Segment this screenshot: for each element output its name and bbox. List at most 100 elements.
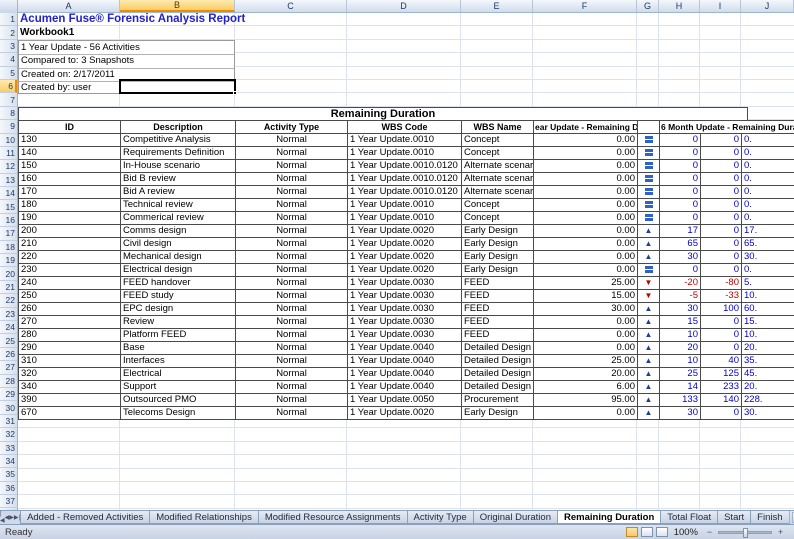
cell[interactable]: 5. <box>742 277 794 290</box>
sheet-tab-remaining-duration[interactable]: Remaining Duration <box>557 511 661 524</box>
cell[interactable]: ▲ <box>638 329 660 342</box>
row-header-16[interactable]: 16 <box>0 214 17 227</box>
cell[interactable]: -20 <box>660 277 701 290</box>
cell[interactable]: 1 Year Update.0020 <box>348 407 462 420</box>
cell[interactable]: Telecoms Design <box>121 407 236 420</box>
cell[interactable]: 670 <box>19 407 121 420</box>
zoom-out-button[interactable]: − <box>704 527 715 538</box>
cell[interactable]: FEED study <box>121 290 236 303</box>
cell[interactable]: ▲ <box>638 342 660 355</box>
cell[interactable]: 40 <box>701 355 742 368</box>
cell[interactable]: Commerical review <box>121 212 236 225</box>
cell[interactable]: 1 Year Update.0010 <box>348 199 462 212</box>
cell[interactable]: Normal <box>236 212 348 225</box>
row-header-27[interactable]: 27 <box>0 361 17 374</box>
cell[interactable]: Base <box>121 342 236 355</box>
cell[interactable]: Detailed Design <box>462 381 534 394</box>
cell[interactable]: 95.00 <box>534 394 638 407</box>
cell[interactable]: 290 <box>19 342 121 355</box>
zoom-slider[interactable] <box>718 531 772 534</box>
cell[interactable]: Early Design <box>462 251 534 264</box>
cell[interactable]: Electrical <box>121 368 236 381</box>
cell[interactable]: ▼ <box>638 290 660 303</box>
column-header-f[interactable]: F <box>533 0 637 12</box>
cell[interactable] <box>638 160 660 173</box>
sheet-tab-original-duration[interactable]: Original Duration <box>473 511 558 524</box>
selected-cell-b6[interactable] <box>119 79 236 94</box>
cell[interactable]: Alternate scenario <box>462 160 534 173</box>
cell[interactable]: Early Design <box>462 264 534 277</box>
cell[interactable]: Normal <box>236 225 348 238</box>
cell[interactable]: FEED handover <box>121 277 236 290</box>
cell[interactable]: 0 <box>701 251 742 264</box>
cell-a6[interactable]: Created by: user <box>21 81 91 94</box>
workbook-name[interactable]: Workbook1 <box>20 26 74 39</box>
cell[interactable]: Review <box>121 316 236 329</box>
cell[interactable]: 0. <box>742 173 794 186</box>
cell[interactable]: 0 <box>660 147 701 160</box>
cell[interactable]: -80 <box>701 277 742 290</box>
cell[interactable]: ▼ <box>638 277 660 290</box>
cell[interactable]: ▲ <box>638 225 660 238</box>
cell[interactable]: 0 <box>701 407 742 420</box>
sheet-tab-modified-relationships[interactable]: Modified Relationships <box>149 511 259 524</box>
header-year-update[interactable]: ear Update - Remaining Durat <box>534 121 638 134</box>
cell[interactable]: 310 <box>19 355 121 368</box>
cell[interactable]: Normal <box>236 238 348 251</box>
cell[interactable] <box>638 264 660 277</box>
cell[interactable]: Concept <box>462 134 534 147</box>
cell[interactable]: 15. <box>742 316 794 329</box>
cell[interactable]: Outsourced PMO <box>121 394 236 407</box>
cell[interactable]: 0 <box>660 212 701 225</box>
cell[interactable]: 20.00 <box>534 368 638 381</box>
row-header-23[interactable]: 23 <box>0 308 17 321</box>
cell[interactable]: 0 <box>701 264 742 277</box>
cell[interactable]: 140 <box>19 147 121 160</box>
cell[interactable]: 1 Year Update.0010.0120 <box>348 173 462 186</box>
cell[interactable]: 0.00 <box>534 147 638 160</box>
cell[interactable]: Normal <box>236 290 348 303</box>
select-all-corner[interactable] <box>0 0 18 13</box>
cell[interactable]: ▲ <box>638 368 660 381</box>
cell[interactable]: 1 Year Update.0020 <box>348 251 462 264</box>
cell[interactable]: 60. <box>742 303 794 316</box>
report-title[interactable]: Acumen Fuse® Forensic Analysis Report <box>20 13 245 26</box>
cell[interactable]: 0.00 <box>534 407 638 420</box>
row-header-25[interactable]: 25 <box>0 334 17 347</box>
cell[interactable]: 0 <box>660 199 701 212</box>
cell[interactable]: ▲ <box>638 316 660 329</box>
cell[interactable]: FEED <box>462 303 534 316</box>
row-header-24[interactable]: 24 <box>0 321 17 334</box>
cell[interactable]: 17. <box>742 225 794 238</box>
cell[interactable]: 1 Year Update.0010 <box>348 134 462 147</box>
cell[interactable]: Comms design <box>121 225 236 238</box>
zoom-slider-thumb[interactable] <box>743 528 748 538</box>
cell[interactable]: 0.00 <box>534 238 638 251</box>
cell[interactable]: Bid B review <box>121 173 236 186</box>
cell[interactable]: 0 <box>701 316 742 329</box>
cell[interactable]: Normal <box>236 342 348 355</box>
cell[interactable]: Requirements Definition <box>121 147 236 160</box>
cell[interactable]: 30 <box>660 251 701 264</box>
cell[interactable]: EPC design <box>121 303 236 316</box>
cell[interactable]: Interfaces <box>121 355 236 368</box>
cell[interactable]: 0.00 <box>534 264 638 277</box>
cell[interactable]: Detailed Design <box>462 355 534 368</box>
cell[interactable]: 0. <box>742 147 794 160</box>
row-header-1[interactable]: 1 <box>0 13 17 26</box>
cell[interactable]: Normal <box>236 186 348 199</box>
cell[interactable]: 140 <box>701 394 742 407</box>
cell[interactable]: 0.00 <box>534 173 638 186</box>
cell[interactable]: 0.00 <box>534 134 638 147</box>
cell[interactable]: 1 Year Update.0030 <box>348 329 462 342</box>
cell[interactable]: 30.00 <box>534 303 638 316</box>
column-header-j[interactable]: J <box>741 0 794 12</box>
cell[interactable]: 25 <box>660 368 701 381</box>
cell[interactable]: Normal <box>236 173 348 186</box>
cell[interactable]: 30. <box>742 407 794 420</box>
row-header-12[interactable]: 12 <box>0 160 17 173</box>
cell[interactable] <box>638 173 660 186</box>
zoom-in-button[interactable]: + <box>775 527 786 538</box>
cell[interactable]: 6.00 <box>534 381 638 394</box>
row-header-19[interactable]: 19 <box>0 254 17 267</box>
